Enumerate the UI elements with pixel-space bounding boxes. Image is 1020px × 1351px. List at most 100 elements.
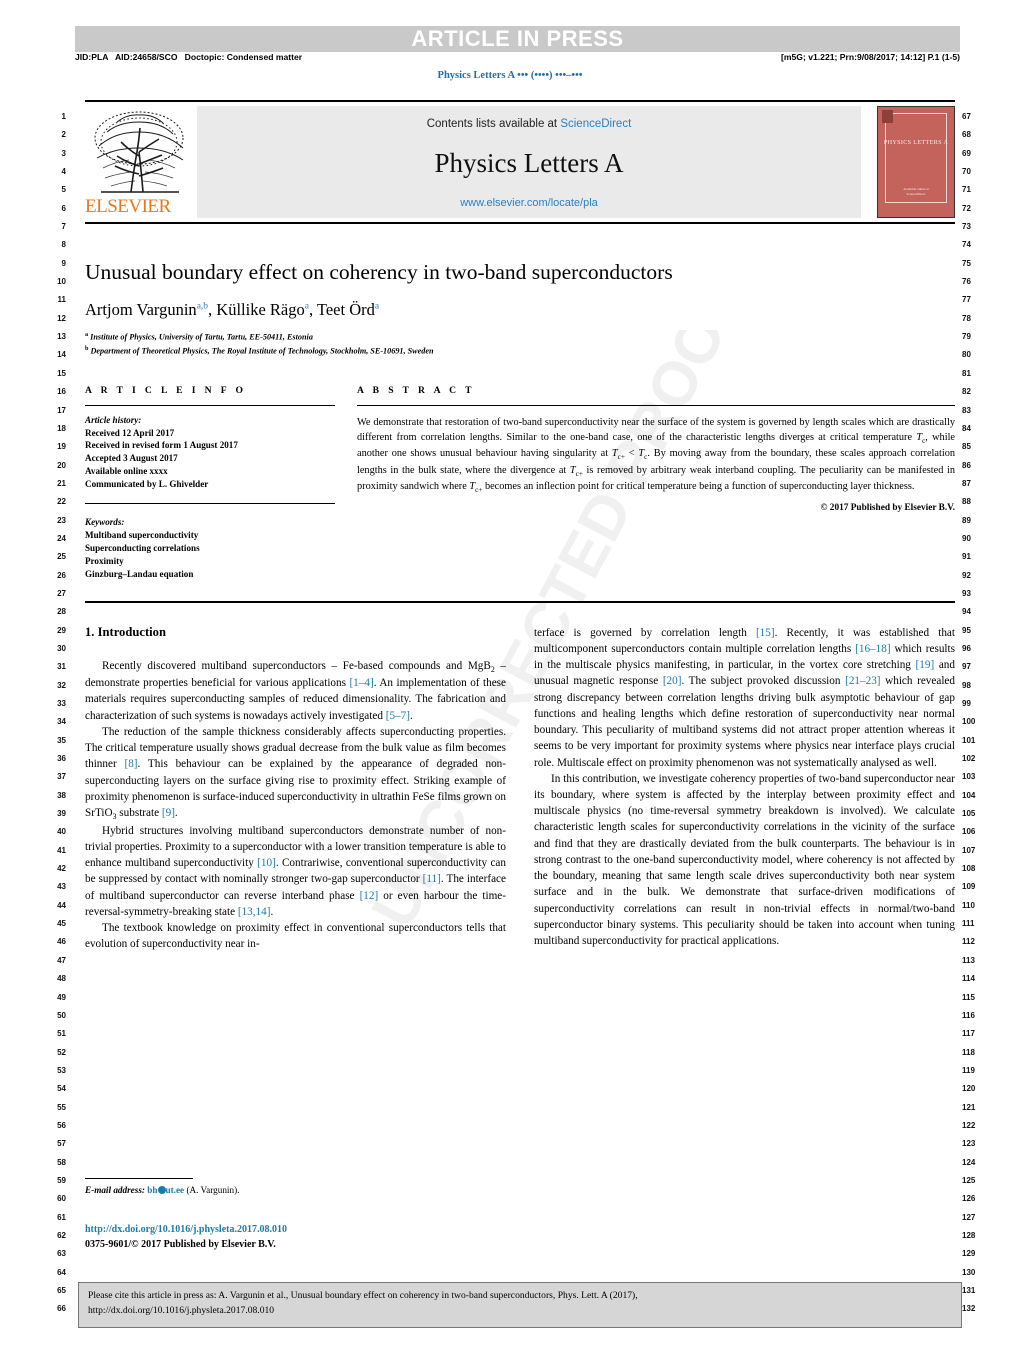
line-number: 19 [57, 442, 66, 452]
keyword-item: Multiband superconductivity [85, 530, 199, 541]
line-numbers-left: 1 2 3 4 5 6 7 8 9 10 11 12 13 14 15 16 17 18 19 20 21 22 23 24 2… [40, 108, 66, 1319]
please-cite-box: Please cite this article in press as: A.… [78, 1282, 962, 1328]
line-number: 36 [57, 754, 66, 764]
line-number: 16 [57, 387, 66, 397]
doi-link[interactable]: http://dx.doi.org/10.1016/j.physleta.201… [85, 1222, 515, 1237]
elsevier-wordmark: ELSEVIER [85, 196, 171, 217]
production-meta-line: JID:PLA AID:24658/SCO Doctopic: Condense… [75, 52, 960, 66]
citation-ref[interactable]: [16–18] [855, 643, 890, 655]
contents-prefix: Contents lists available at [426, 118, 561, 130]
info-abstract-row: A R T I C L E I N F O Article history: R… [85, 385, 955, 581]
history-item: Communicated by L. Ghivelder [85, 479, 209, 490]
line-number: 111 [962, 919, 975, 929]
line-number: 48 [57, 974, 66, 984]
email-link[interactable]: bh ut.ee [147, 1185, 184, 1195]
line-number: 65 [57, 1286, 66, 1295]
journal-title: Physics Letters A [434, 148, 624, 178]
cover-badge-icon [882, 110, 893, 123]
line-number: 80 [962, 350, 971, 360]
paragraph: In this contribution, we investigate coh… [534, 772, 955, 948]
line-number: 77 [962, 295, 971, 305]
author-3: Teet Örda [316, 299, 380, 319]
cite-line-2: http://dx.doi.org/10.1016/j.physleta.201… [88, 1304, 275, 1316]
line-number: 67 [962, 112, 971, 121]
line-number: 58 [57, 1157, 66, 1167]
citation-ref[interactable]: [11] [423, 873, 441, 885]
line-number: 24 [57, 533, 66, 543]
line-number: 4 [61, 167, 66, 177]
sciencedirect-link[interactable]: ScienceDirect [560, 118, 631, 130]
line-number: 28 [57, 607, 66, 617]
line-number: 47 [57, 955, 66, 965]
line-number: 32 [57, 680, 66, 690]
line-number: 121 [962, 1102, 976, 1112]
journal-masthead: ELSEVIER Contents lists available at Sci… [85, 106, 955, 218]
line-number: 106 [962, 827, 976, 837]
journal-running-head: Physics Letters A ••• (••••) •••–••• [437, 70, 583, 81]
citation-ref[interactable]: [21–23] [845, 675, 880, 687]
section-heading-introduction: 1. Introduction [85, 624, 166, 639]
article-info-heading: A R T I C L E I N F O [85, 384, 247, 396]
line-number: 5 [61, 185, 66, 195]
line-number: 89 [962, 515, 971, 525]
line-number: 116 [962, 1010, 975, 1020]
keywords-label: Keywords: [85, 517, 125, 528]
line-number: 122 [962, 1120, 976, 1130]
line-number: 91 [962, 552, 971, 562]
line-number: 85 [962, 442, 971, 452]
line-number: 30 [57, 643, 66, 653]
author-1-affil-marks: a,b [196, 301, 209, 312]
citation-ref[interactable]: [8] [124, 758, 137, 770]
line-number: 100 [962, 717, 976, 727]
line-number: 90 [962, 533, 971, 543]
affiliation-b: b Department of Theoretical Physics, The… [85, 345, 434, 356]
line-number: 109 [962, 882, 976, 892]
line-number: 117 [962, 1029, 975, 1039]
line-number: 51 [57, 1029, 66, 1039]
line-number: 79 [962, 332, 971, 342]
line-number: 26 [57, 570, 66, 580]
citation-ref[interactable]: [10] [257, 857, 276, 869]
line-number: 2 [61, 130, 66, 140]
history-item: Received in revised form 1 August 2017 [85, 440, 238, 451]
line-number: 54 [57, 1084, 66, 1094]
obscured-at-icon [157, 1186, 166, 1194]
line-number: 49 [57, 992, 66, 1002]
citation-ref[interactable]: [19] [916, 659, 935, 671]
article-history-block: Article history: Received 12 April 2017 … [85, 414, 335, 491]
masthead-bottom-rule [85, 222, 955, 224]
line-number: 105 [962, 809, 976, 819]
line-number: 11 [57, 295, 66, 305]
masthead-top-rule [85, 100, 955, 102]
line-number: 107 [962, 845, 976, 855]
line-number: 40 [57, 827, 66, 837]
line-number: 50 [57, 1010, 66, 1020]
citation-ref[interactable]: [9] [162, 807, 175, 819]
line-number: 27 [57, 588, 66, 598]
line-number: 22 [57, 497, 66, 507]
email-attribution: (A. Vargunin). [186, 1185, 240, 1195]
line-number: 71 [962, 185, 971, 195]
citation-ref[interactable]: [13,14] [238, 906, 271, 918]
citation-ref[interactable]: [12] [360, 890, 379, 902]
line-number: 113 [962, 955, 975, 965]
paragraph: The textbook knowledge on proximity effe… [85, 922, 506, 951]
journal-homepage-link[interactable]: www.elsevier.com/locate/pla [197, 197, 861, 209]
article-info-column: A R T I C L E I N F O Article history: R… [85, 385, 335, 581]
citation-ref[interactable]: [5–7] [386, 710, 410, 722]
citation-ref[interactable]: [15] [756, 627, 775, 639]
citation-ref[interactable]: [1–4] [349, 677, 373, 689]
abstract-text: We demonstrate that restoration of two-b… [357, 416, 955, 495]
footnote-block: E-mail address: bh ut.ee (A. Vargunin). [85, 1178, 506, 1195]
line-number: 35 [57, 735, 66, 745]
elsevier-logo: ELSEVIER [85, 106, 197, 218]
paragraph: terface is governed by correlation lengt… [534, 626, 955, 769]
line-number: 66 [57, 1304, 66, 1314]
citation-ref[interactable]: [20] [663, 675, 682, 687]
line-number: 102 [962, 754, 976, 764]
line-number: 29 [57, 625, 66, 635]
line-number: 76 [962, 277, 971, 287]
line-number: 68 [962, 130, 971, 140]
email-footnote: E-mail address: bh ut.ee (A. Vargunin). [85, 1185, 506, 1195]
line-number: 120 [962, 1084, 976, 1094]
